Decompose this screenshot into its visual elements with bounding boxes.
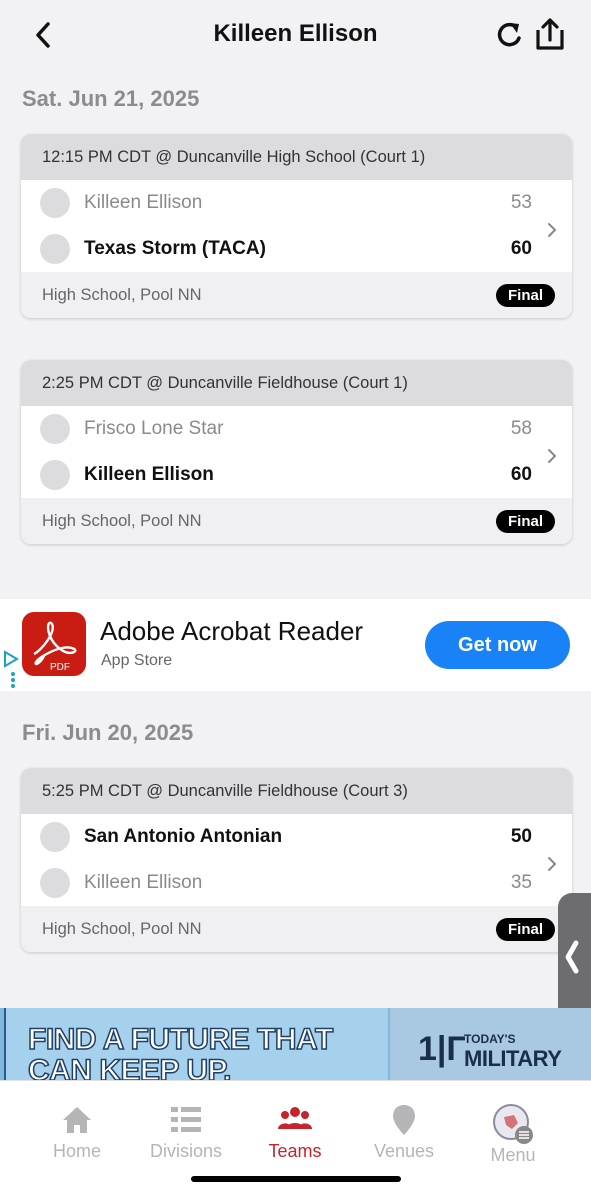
team-name: Frisco Lone Star <box>84 418 224 439</box>
team-logo-placeholder <box>40 822 70 852</box>
tab-home[interactable]: Home <box>27 1103 127 1173</box>
team-row: Texas Storm (TACA) 60 <box>21 226 572 272</box>
top-bar: Killeen Ellison <box>0 0 591 70</box>
team-score: 60 <box>510 464 532 485</box>
game-footer: High School, Pool NN Final <box>21 906 572 952</box>
banner-brand: 1|Г TODAY'S MILITARY <box>390 1008 591 1080</box>
tab-label: Home <box>52 1141 101 1161</box>
brand-small: TODAY'S <box>464 1032 516 1046</box>
team-logo-placeholder <box>40 460 70 490</box>
team-name: Killeen Ellison <box>84 464 214 485</box>
menu-logo-icon <box>493 1104 533 1144</box>
team-row: San Antonio Antonian 50 <box>21 814 572 860</box>
tab-label: Divisions <box>149 1141 223 1161</box>
status-badge: Final <box>495 284 555 307</box>
tab-bar: Home Divisions Teams Venues Menu <box>0 1080 591 1200</box>
tab-label: Teams <box>268 1141 322 1161</box>
tab-label: Venues <box>373 1141 435 1161</box>
home-icon <box>63 1107 91 1133</box>
status-badge: Final <box>495 918 555 941</box>
refresh-icon <box>497 22 521 47</box>
chevron-left-icon <box>565 940 579 974</box>
brand-large: MILITARY <box>464 1046 562 1071</box>
banner-line1: FIND A FUTURE THAT <box>27 1023 334 1056</box>
game-info: 5:25 PM CDT @ Duncanville Fieldhouse (Co… <box>21 768 572 814</box>
app-ad[interactable]: PDF Adobe Acrobat Reader App Store Get n… <box>0 599 591 691</box>
pdf-icon-label: PDF <box>50 662 70 673</box>
team-row: Killeen Ellison 35 <box>21 860 572 906</box>
team-score: 53 <box>510 192 532 213</box>
team-score: 60 <box>510 238 532 259</box>
military-logo-icon: 1|Г <box>418 1030 466 1068</box>
map-pin-icon <box>393 1105 415 1135</box>
team-score: 50 <box>510 826 532 847</box>
tab-menu[interactable]: Menu <box>463 1103 563 1173</box>
team-name: San Antonio Antonian <box>84 826 283 847</box>
team-logo-placeholder <box>40 414 70 444</box>
chevron-right-icon <box>548 223 557 237</box>
ad-choices-icon[interactable] <box>3 649 21 689</box>
game-card[interactable]: 2:25 PM CDT @ Duncanville Fieldhouse (Co… <box>21 360 572 544</box>
game-card[interactable]: 5:25 PM CDT @ Duncanville Fieldhouse (Co… <box>21 768 572 952</box>
banner-message: FIND A FUTURE THAT CAN KEEP UP. <box>4 1008 388 1080</box>
tab-divisions[interactable]: Divisions <box>136 1103 236 1173</box>
date-header: Fri. Jun 20, 2025 <box>22 720 194 745</box>
team-score: 35 <box>510 872 532 893</box>
list-icon <box>171 1107 201 1132</box>
pdf-icon: PDF <box>33 621 77 673</box>
home-indicator <box>191 1176 401 1182</box>
team-logo-placeholder <box>40 188 70 218</box>
team-score: 58 <box>510 418 532 439</box>
division-label: High School, Pool NN <box>42 285 202 304</box>
tab-label: Menu <box>490 1145 536 1165</box>
team-row: Killeen Ellison 53 <box>21 180 572 226</box>
share-icon <box>536 18 564 50</box>
date-header: Sat. Jun 21, 2025 <box>22 86 200 111</box>
share-button[interactable] <box>532 16 568 52</box>
game-card[interactable]: 12:15 PM CDT @ Duncanville High School (… <box>21 134 572 318</box>
banner-line2: CAN KEEP UP. <box>27 1054 232 1080</box>
refresh-button[interactable] <box>494 18 526 52</box>
game-info: 2:25 PM CDT @ Duncanville Fieldhouse (Co… <box>21 360 572 406</box>
division-label: High School, Pool NN <box>42 511 202 530</box>
team-name: Texas Storm (TACA) <box>84 238 266 259</box>
team-name: Killeen Ellison <box>84 872 203 893</box>
game-footer: High School, Pool NN Final <box>21 272 572 318</box>
tab-teams[interactable]: Teams <box>245 1103 345 1173</box>
team-logo-placeholder <box>40 868 70 898</box>
division-label: High School, Pool NN <box>42 919 202 938</box>
tab-venues[interactable]: Venues <box>354 1103 454 1173</box>
people-icon <box>278 1107 312 1129</box>
team-row: Frisco Lone Star 58 <box>21 406 572 452</box>
game-info: 12:15 PM CDT @ Duncanville High School (… <box>21 134 572 180</box>
get-now-button[interactable]: Get now <box>425 621 570 669</box>
ad-title: Adobe Acrobat Reader <box>100 616 364 646</box>
ad-subtitle: App Store <box>101 652 173 669</box>
acrobat-logo: PDF <box>22 612 86 676</box>
chevron-right-icon <box>548 857 557 871</box>
side-drawer-handle[interactable] <box>558 893 591 1021</box>
team-name: Killeen Ellison <box>84 192 203 213</box>
game-footer: High School, Pool NN Final <box>21 498 572 544</box>
banner-ad[interactable]: FIND A FUTURE THAT CAN KEEP UP. 1|Г TODA… <box>0 1008 591 1080</box>
chevron-right-icon <box>548 449 557 463</box>
team-row: Killeen Ellison 60 <box>21 452 572 498</box>
status-badge: Final <box>495 510 555 533</box>
team-logo-placeholder <box>40 234 70 264</box>
